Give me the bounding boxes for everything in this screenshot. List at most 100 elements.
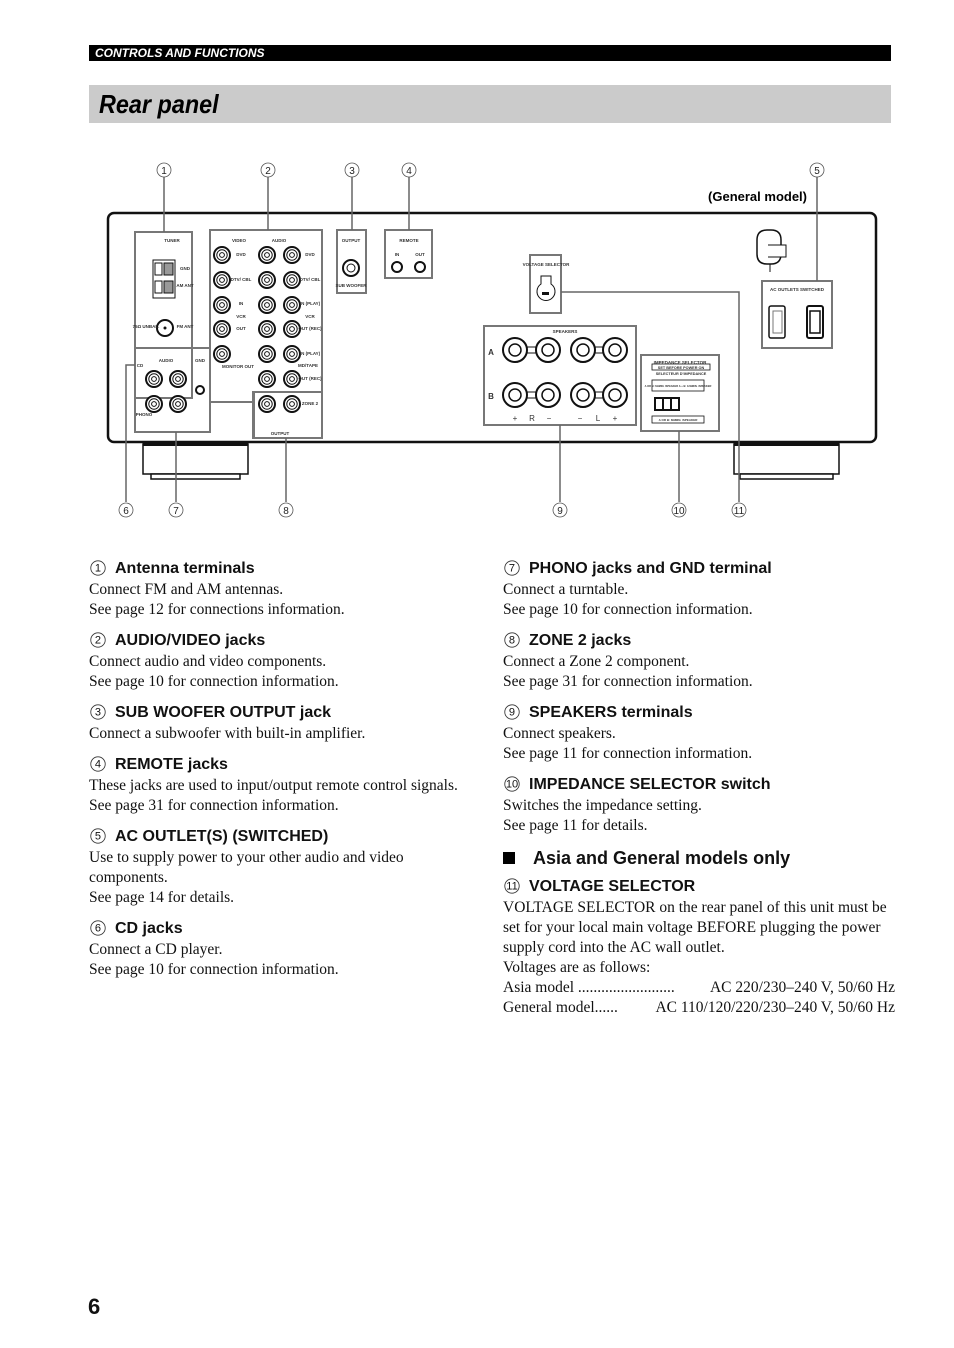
item-title: AC OUTLET(S) (SWITCHED)	[115, 828, 329, 845]
svg-text:+: +	[513, 414, 518, 423]
callout-number-icon: 10	[504, 776, 520, 792]
label-am-ant: AM ANT	[176, 283, 194, 288]
rear-panel-diagram: 1 2 3 4 56 7 8 9 10 11 (General model) TUNER GND …	[106, 162, 878, 518]
item-title: SPEAKERS terminals	[529, 704, 693, 721]
callout-number-icon: 4	[90, 756, 106, 772]
item-text: See page 14 for details.	[89, 889, 235, 906]
description-item: 1 Antenna terminals Connect FM and AM ante…	[89, 558, 481, 620]
item-text: See page 10 for connection information.	[89, 673, 339, 690]
section-header-label: CONTROLS AND FUNCTIONS	[95, 46, 265, 60]
label-set-before: SET BEFORE POWER ON	[658, 366, 705, 370]
rca-jack	[258, 345, 276, 363]
item-text: See page 11 for details.	[503, 817, 648, 834]
description-item: 10 IMPEDANCE SELECTOR switch Switches the …	[503, 774, 895, 836]
label-impedance: IMPEDANCE SELECTOR	[654, 360, 707, 365]
label-gnd: GND	[180, 266, 191, 271]
description-item: 5 AC OUTLET(S) (SWITCHED) Use to supply po…	[89, 826, 481, 908]
callout-number-icon: 9	[504, 704, 520, 720]
square-bullet-icon	[503, 852, 515, 864]
item-text: Connect FM and AM antennas.	[89, 581, 284, 598]
description-item: 4 REMOTE jacks These jacks are used to inp…	[89, 754, 481, 816]
svg-text:4: 4	[406, 166, 412, 177]
item-title: PHONO jacks and GND terminal	[529, 560, 772, 577]
label-dvd: DVD	[236, 252, 246, 257]
label-fm-ant: FM ANT	[177, 324, 194, 329]
item-text: Use to supply power to your other audio …	[89, 849, 404, 886]
item-text: See page 11 for connection information.	[503, 745, 753, 762]
callout-number-icon: 5	[90, 828, 106, 844]
label-cd: CD	[137, 363, 144, 368]
label-dvd-2: DVD	[305, 252, 315, 257]
rca-jack	[258, 246, 276, 264]
label-monitor-out: MONITOR OUT	[222, 364, 254, 369]
label-vcr-2: VCR	[305, 314, 315, 319]
item-title: IMPEDANCE SELECTOR switch	[529, 776, 771, 793]
item-text: Connect audio and video components.	[89, 653, 327, 670]
item-text: Connect a subwoofer with built-in amplif…	[89, 725, 366, 742]
item-text: These jacks are used to input/output rem…	[89, 777, 458, 794]
callout-number-icon: 1	[90, 560, 106, 576]
rca-jack	[213, 246, 231, 264]
rca-jack	[169, 370, 187, 388]
description-item: 8 ZONE 2 jacks Connect a Zone 2 component.…	[503, 630, 895, 692]
callout-marker: 11	[731, 502, 747, 518]
label-md-tape: MD/TAPE	[298, 363, 318, 368]
item-text: See page 31 for connection information.	[503, 673, 753, 690]
rca-jack	[145, 395, 163, 413]
speaker-post	[502, 382, 528, 408]
item-text: Voltages are as follows:	[503, 959, 651, 976]
description-column-left: 1 Antenna terminals Connect FM and AM ante…	[89, 558, 481, 990]
item-text: Switches the impedance setting.	[503, 797, 702, 814]
description-item: 2 AUDIO/VIDEO jacks Connect audio and vide…	[89, 630, 481, 692]
item-text: See page 10 for connection information.	[89, 961, 339, 978]
page-number: 6	[88, 1294, 101, 1319]
item-title: VOLTAGE SELECTOR	[529, 878, 696, 895]
rca-jack	[283, 271, 301, 289]
callout-marker: 3	[344, 162, 360, 178]
svg-text:7: 7	[173, 506, 179, 517]
item-text: Connect a turntable.	[503, 581, 629, 598]
label-spk-a: A	[488, 348, 494, 357]
label-imp-opt2: A OR B: 8ΩMIN. /SPEAKER	[659, 418, 699, 422]
rca-jack	[283, 345, 301, 363]
svg-text:10: 10	[673, 506, 685, 517]
description-item: 6 CD jacks Connect a CD player. See page 10…	[89, 918, 481, 980]
label-phono: PHONO	[136, 412, 153, 417]
label-out-rec: OUT (REC)	[298, 326, 322, 331]
voltage-row-asia: Asia model ......................... AC 2…	[503, 979, 895, 996]
svg-text:6: 6	[123, 506, 129, 517]
asia-section-heading: Asia and General models only	[503, 846, 895, 870]
callout-marker: 4	[401, 162, 417, 178]
description-column-right: 7 PHONO jacks and GND terminal Connect a t…	[503, 558, 895, 1028]
label-zone2: ZONE 2	[302, 401, 319, 406]
speaker-post	[602, 382, 628, 408]
svg-text:3: 3	[349, 166, 355, 177]
rca-jack	[258, 296, 276, 314]
model-note: (General model)	[708, 189, 807, 204]
speaker-post	[602, 337, 628, 363]
svg-text:−: −	[547, 414, 552, 423]
item-title: ZONE 2 jacks	[529, 632, 632, 649]
callout-marker: 8	[278, 502, 294, 518]
rca-jack	[258, 320, 276, 338]
rca-jack	[258, 370, 276, 388]
label-audio: AUDIO	[272, 238, 287, 243]
item-voltage-selector: 11 VOLTAGE SELECTOR VOLTAGE SELECTOR on t…	[503, 876, 895, 1018]
item-text: Connect a CD player.	[89, 941, 223, 958]
svg-text:1: 1	[161, 166, 167, 177]
label-sub-woofer: SUB WOOFER	[336, 283, 368, 288]
svg-text:−: −	[578, 414, 583, 423]
rca-jack	[213, 345, 231, 363]
item-title: CD jacks	[115, 920, 183, 937]
voltage-row-general: General model...... AC 110/120/220/230–24…	[503, 999, 895, 1016]
callout-marker: 5	[809, 162, 825, 178]
label-in-play-2: IN (PLAY)	[300, 351, 321, 356]
label-dtv-2: DTV/ CBL	[300, 277, 321, 282]
rca-jack	[213, 271, 231, 289]
rca-jack	[283, 296, 301, 314]
label-in-play: IN (PLAY)	[300, 301, 321, 306]
svg-text:R: R	[529, 414, 535, 423]
item-title: Antenna terminals	[115, 560, 255, 577]
item-title: AUDIO/VIDEO jacks	[115, 632, 266, 649]
label-gnd-2: GND	[195, 358, 206, 363]
